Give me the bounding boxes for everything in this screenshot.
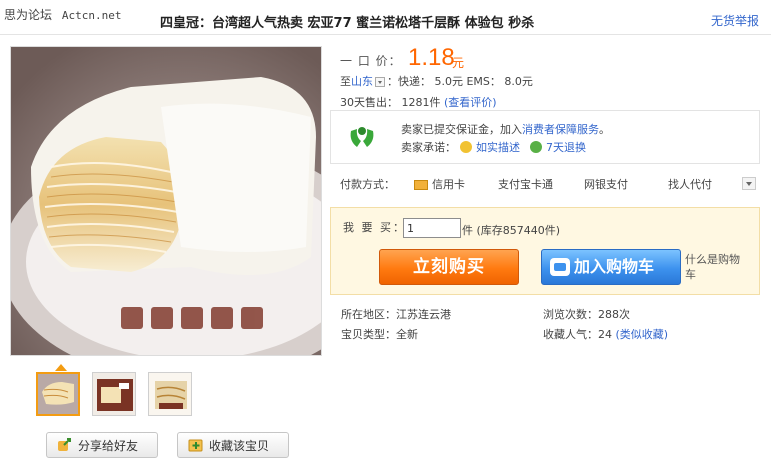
main-product-image[interactable] (10, 46, 322, 356)
seven-day-return-link[interactable]: 7天退换 (546, 139, 586, 155)
add-favorite-icon (188, 437, 204, 453)
view-reviews-link[interactable]: (查看评价) (444, 96, 497, 109)
thumbnail-1[interactable] (36, 372, 80, 416)
thumbnail-strip (36, 372, 192, 416)
item-type-row: 宝贝类型：全新 (341, 326, 418, 342)
favorite-button[interactable]: 收藏该宝贝 (177, 432, 289, 458)
payment-online-bank[interactable]: 网银支付 (584, 176, 628, 192)
add-to-cart-label: 加入购物车 (574, 257, 655, 276)
payment-pay-for-me[interactable]: 找人代付 (668, 176, 712, 192)
payment-methods: 付款方式： 信用卡 支付宝卡通 网银支付 找人代付 (330, 172, 760, 196)
sales-row: 30天售出： 1281件 (查看评价) (340, 94, 497, 110)
promise-line: 卖家已提交保证金，加入消费者保障服务。 (401, 121, 610, 137)
site-watermark: 思为论坛 Actcn.net (4, 6, 121, 23)
cart-icon (550, 258, 570, 276)
item-type-label: 宝贝类型： (341, 328, 396, 341)
what-is-cart-link[interactable]: 什么是购物车 (685, 252, 745, 282)
price-label: 一 口 价： (340, 54, 402, 68)
product-title: 四皇冠：台湾超人气热卖 宏亚77 蜜兰诺松塔千层酥 体验包 秒杀 (160, 16, 535, 31)
chevron-down-icon[interactable] (375, 77, 385, 87)
favorites-row: 收藏人气：24 (类似收藏) (543, 326, 668, 342)
as-described-link[interactable]: 如实描述 (476, 139, 520, 155)
favorites-label: 收藏人气： (543, 328, 598, 341)
price-unit: 元 (452, 56, 465, 70)
favorite-label: 收藏该宝贝 (209, 438, 270, 453)
region-value: 江苏连云港 (396, 308, 451, 321)
promise-text: 卖家已提交保证金，加入 (401, 123, 522, 136)
seven-day-return-icon (530, 141, 542, 153)
payment-method-label: 信用卡 (432, 178, 465, 191)
expand-payments-icon[interactable] (742, 177, 756, 190)
share-label: 分享给好友 (78, 438, 139, 453)
item-type-value: 全新 (396, 328, 418, 341)
region-row: 所在地区：江苏连云港 (341, 306, 451, 322)
commitments-label: 卖家承诺： (401, 141, 456, 154)
payment-credit-card[interactable]: 信用卡 (414, 176, 465, 192)
purchase-panel: 我 要 买： 件 (库存857440件) 立刻购买 加入购物车 什么是购物车 (330, 207, 760, 295)
shipping-location-select[interactable]: 山东 (351, 75, 373, 88)
share-button[interactable]: 分享给好友 (46, 432, 158, 458)
shipping-to-label: 至 (340, 75, 351, 88)
add-to-cart-button[interactable]: 加入购物车 (541, 249, 681, 285)
consumer-protection-link[interactable]: 消费者保障服务 (522, 123, 599, 136)
as-described-icon (460, 141, 472, 153)
buy-now-button[interactable]: 立刻购买 (379, 249, 519, 285)
guarantee-hands-icon (347, 123, 377, 151)
payment-label: 付款方式： (340, 178, 395, 191)
divider (0, 34, 771, 35)
views-value: 288次 (598, 308, 630, 321)
watermark-url: Actcn.net (61, 9, 122, 22)
thumbnail-2[interactable] (92, 372, 136, 416)
views-label: 浏览次数： (543, 308, 598, 321)
seller-commitments: 卖家承诺： 如实描述 7天退换 (401, 139, 586, 155)
price-value: 1.18 (408, 44, 455, 71)
similar-favorites-link[interactable]: (类似收藏) (616, 328, 669, 341)
shipping-fees: ：快递： 5.0元 EMS： 8.0元 (387, 75, 533, 88)
stock-info: 件 (库存857440件) (462, 224, 561, 237)
thumbnail-3[interactable] (148, 372, 192, 416)
thumb-selected-indicator (55, 364, 67, 371)
views-row: 浏览次数：288次 (543, 306, 630, 322)
payment-alipay-card[interactable]: 支付宝卡通 (498, 176, 553, 192)
promise-suffix: 。 (599, 123, 610, 136)
watermark-site: 思为论坛 (4, 8, 53, 22)
shipping-row: 至山东 ：快递： 5.0元 EMS： 8.0元 (340, 73, 533, 89)
quantity-label: 我 要 买： (343, 221, 406, 234)
favorites-count: 24 (598, 328, 612, 341)
report-link[interactable]: 无货举报 (711, 12, 759, 29)
quantity-input[interactable] (403, 218, 461, 238)
sales-count: 30天售出： 1281件 (340, 96, 441, 109)
seller-promise-box: 卖家已提交保证金，加入消费者保障服务。 卖家承诺： 如实描述 7天退换 (330, 110, 760, 164)
region-label: 所在地区： (341, 308, 396, 321)
credit-card-icon (414, 180, 428, 190)
share-icon (57, 437, 73, 453)
